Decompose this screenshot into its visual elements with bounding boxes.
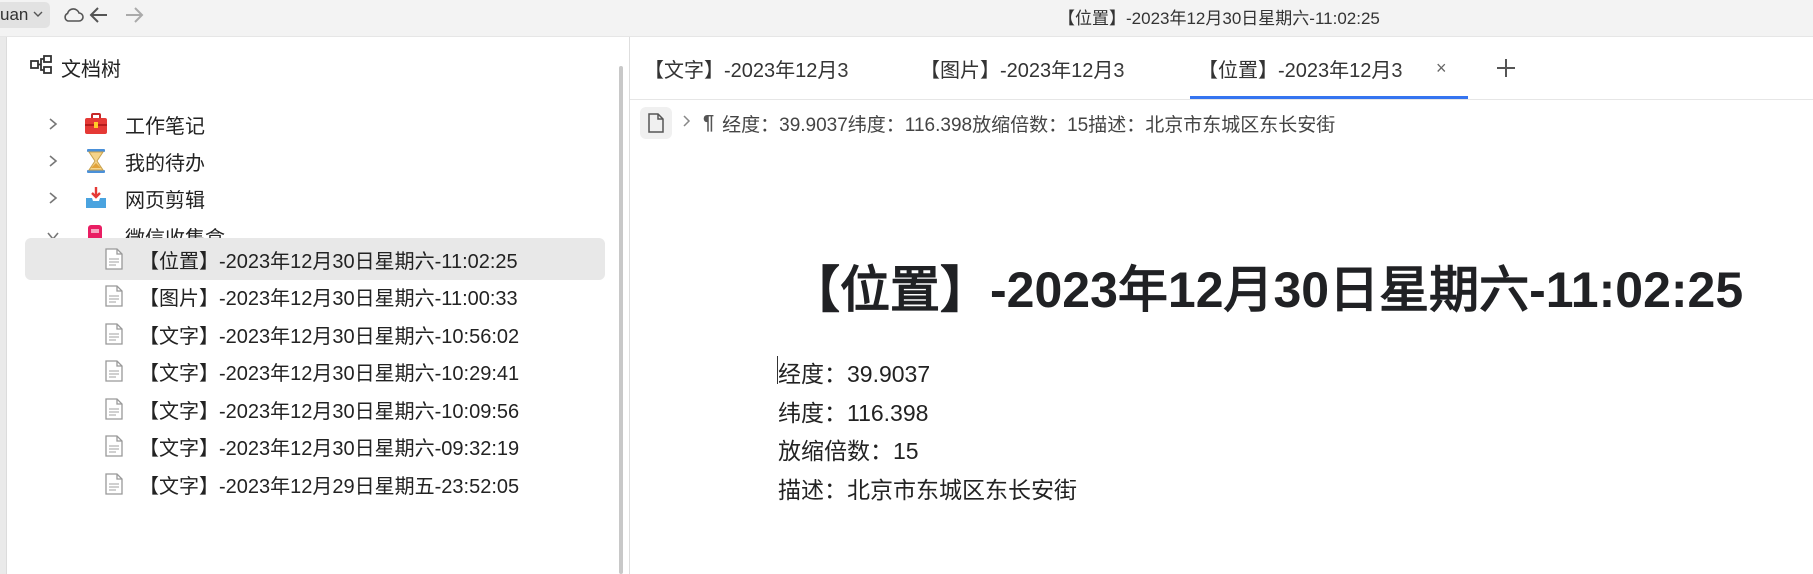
chevron-right-icon[interactable] <box>43 117 63 131</box>
notebook-label: 网页剪辑 <box>125 189 205 212</box>
doc-item-text-0932[interactable]: 【文字】-2023年12月30日星期六-09:32:19 <box>25 425 605 467</box>
breadcrumb: ¶ 经度：39.9037纬度：116.398放缩倍数：15描述：北京市东城区东长… <box>640 106 1335 140</box>
tab-text[interactable]: 【文字】-2023年12月3 <box>644 37 872 99</box>
doc-label: 【文字】-2023年12月30日星期六-10:29:41 <box>139 362 520 385</box>
doc-item-location-1102[interactable]: 【位置】-2023年12月30日星期六-11:02:25 <box>25 238 605 280</box>
forward-arrow-icon[interactable] <box>121 2 147 28</box>
tab-label: 【位置】-2023年12月3 <box>1198 59 1403 82</box>
sidebar-header: 文档树 <box>29 53 121 82</box>
tab-label: 【图片】-2023年12月3 <box>920 59 1125 82</box>
doc-label: 【文字】-2023年12月30日星期六-10:56:02 <box>139 325 520 348</box>
inbox-tray-icon <box>83 185 109 211</box>
document-icon <box>103 359 125 383</box>
document-icon[interactable] <box>640 107 672 139</box>
document-icon <box>103 284 125 308</box>
doc-label: 【文字】-2023年12月30日星期六-09:32:19 <box>139 437 520 460</box>
sidebar-scrollbar[interactable] <box>619 66 623 574</box>
chevron-right-icon[interactable] <box>43 191 63 205</box>
doc-item-text-1056[interactable]: 【文字】-2023年12月30日星期六-10:56:02 <box>25 313 605 355</box>
doc-label: 【文字】-2023年12月30日星期六-10:09:56 <box>139 400 520 423</box>
chevron-right-icon <box>682 114 691 132</box>
document-icon <box>103 247 125 271</box>
close-icon[interactable]: × <box>1436 58 1447 79</box>
chevron-down-icon <box>32 8 44 23</box>
notebook-label: 工作笔记 <box>125 115 205 138</box>
tab-image[interactable]: 【图片】-2023年12月3 <box>920 37 1148 99</box>
user-label: uan <box>0 5 29 24</box>
page-title[interactable]: 【位置】-2023年12月30日星期六-11:02:25 <box>790 250 1743 322</box>
content-paragraph[interactable]: 描述：北京市东城区东长安街 <box>778 471 1077 505</box>
notebook-item-web-clips[interactable]: 网页剪辑 <box>25 177 605 219</box>
hourglass-icon <box>83 148 109 174</box>
title-bar: uan 【位置】-2023年12月30日星期六-11:02:25 <box>0 0 1813 37</box>
chevron-right-icon[interactable] <box>43 154 63 168</box>
active-tab-indicator <box>1190 96 1468 99</box>
content-paragraph[interactable]: 纬度：116.398 <box>778 394 928 428</box>
doc-label: 【位置】-2023年12月30日星期六-11:02:25 <box>139 250 518 273</box>
tab-location[interactable]: 【位置】-2023年12月3 × <box>1190 37 1468 99</box>
document-icon <box>103 322 125 346</box>
doc-item-text-1029[interactable]: 【文字】-2023年12月30日星期六-10:29:41 <box>25 350 605 392</box>
notebook-label: 我的待办 <box>125 152 205 175</box>
doc-label: 【文字】-2023年12月29日星期五-23:52:05 <box>139 475 520 498</box>
document-icon <box>103 434 125 458</box>
doc-item-image-1100[interactable]: 【图片】-2023年12月30日星期六-11:00:33 <box>25 275 605 317</box>
breadcrumb-item[interactable]: 经度：39.9037纬度：116.398放缩倍数：15描述：北京市东城区东长安街 <box>722 110 1335 137</box>
doc-label: 【图片】-2023年12月30日星期六-11:00:33 <box>139 287 518 310</box>
panel-divider[interactable] <box>629 37 630 574</box>
document-icon <box>103 472 125 496</box>
add-tab-button[interactable] <box>1490 38 1522 98</box>
doc-tree-icon <box>29 54 53 82</box>
content-paragraph[interactable]: 经度：39.9037 <box>778 355 930 389</box>
paragraph-icon: ¶ <box>703 111 715 134</box>
user-menu-button[interactable]: uan <box>0 2 51 28</box>
notebook-item-work-notes[interactable]: 工作笔记 <box>25 103 605 145</box>
toolbox-icon <box>83 111 109 137</box>
content-paragraph[interactable]: 放缩倍数：15 <box>778 432 919 466</box>
tab-bar: 【文字】-2023年12月3 【图片】-2023年12月3 【位置】-2023年… <box>630 37 1813 100</box>
window-title: 【位置】-2023年12月30日星期六-11:02:25 <box>1058 9 1380 28</box>
dock-strip <box>0 37 7 574</box>
tab-label: 【文字】-2023年12月3 <box>644 59 849 82</box>
sidebar: 文档树 工作笔记 我的待办 网页剪辑 【位置】-2023年12月30日星期六-1… <box>7 37 627 574</box>
cloud-icon[interactable] <box>60 2 86 28</box>
document-icon <box>103 397 125 421</box>
doc-item-text-2352[interactable]: 【文字】-2023年12月29日星期五-23:52:05 <box>25 463 605 505</box>
back-arrow-icon[interactable] <box>86 2 112 28</box>
doc-item-text-1009[interactable]: 【文字】-2023年12月30日星期六-10:09:56 <box>25 388 605 430</box>
notebook-item-my-todo[interactable]: 我的待办 <box>25 140 605 182</box>
sidebar-title: 文档树 <box>61 59 121 81</box>
